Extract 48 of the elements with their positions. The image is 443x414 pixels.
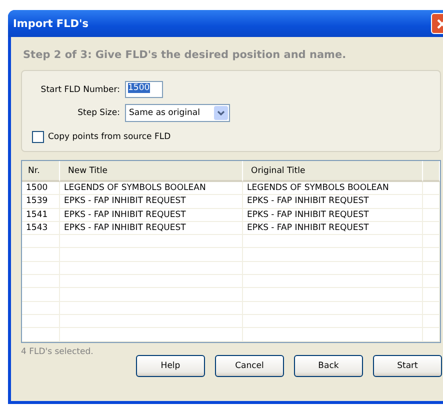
- table-cell: [423, 235, 440, 248]
- table-cell: [22, 275, 60, 288]
- table-cell: [22, 328, 60, 342]
- table-cell: [22, 302, 60, 315]
- table-cell: [423, 248, 440, 262]
- table-cell: [22, 288, 60, 302]
- column-header[interactable]: Nr.: [22, 161, 60, 182]
- dialog-button[interactable]: Start: [373, 355, 442, 377]
- table-cell: [423, 328, 440, 342]
- table-cell: [423, 314, 440, 328]
- dialog-button[interactable]: Cancel: [215, 355, 284, 377]
- column-header[interactable]: New Title: [60, 161, 243, 182]
- step-size-dropdown[interactable]: Same as original: [125, 104, 230, 122]
- checkbox[interactable]: [32, 131, 44, 143]
- table-cell: 1539: [22, 195, 60, 209]
- table-cell: [423, 222, 440, 236]
- table-cell: EPKS - FAP INHIBIT REQUEST: [60, 208, 243, 222]
- window-title: Import FLD's: [13, 18, 88, 30]
- table-cell: [22, 235, 60, 248]
- table-cell: [22, 262, 60, 276]
- table-cell: LEGENDS OF SYMBOLS BOOLEAN: [60, 182, 243, 196]
- table-cell: [423, 208, 440, 222]
- status-text: 4 FLD's selected.: [21, 347, 94, 357]
- step-heading: Step 2 of 3: Give FLD's the desired position and name.: [23, 49, 348, 61]
- column-header[interactable]: Original Title: [243, 161, 423, 182]
- checkbox-label: Copy points from source FLD: [48, 132, 171, 142]
- table-cell: EPKS - FAP INHIBIT REQUEST: [243, 195, 423, 209]
- table-cell: [22, 314, 60, 328]
- field-label: Step Size:: [76, 108, 120, 118]
- table-cell: [423, 288, 440, 302]
- table-cell: EPKS - FAP INHIBIT REQUEST: [243, 208, 423, 222]
- table-cell: [423, 302, 440, 315]
- dialog-button[interactable]: Back: [294, 355, 363, 377]
- start-number-field[interactable]: 1500: [125, 81, 163, 98]
- field-label: Start FLD Number:: [40, 84, 120, 94]
- table-cell: 1543: [22, 222, 60, 236]
- table-cell: 1500: [22, 182, 60, 196]
- table-cell: 1541: [22, 208, 60, 222]
- table-cell: [423, 262, 440, 276]
- table-cell: EPKS - FAP INHIBIT REQUEST: [60, 222, 243, 236]
- table-cell: EPKS - FAP INHIBIT REQUEST: [60, 195, 243, 209]
- table-cell: EPKS - FAP INHIBIT REQUEST: [243, 222, 423, 236]
- table-cell: LEGENDS OF SYMBOLS BOOLEAN: [243, 182, 423, 196]
- table-cell: [423, 275, 440, 288]
- table-cell: [22, 248, 60, 262]
- table-cell: [423, 195, 440, 209]
- dialog-button[interactable]: Help: [136, 355, 205, 377]
- table-cell: [423, 182, 440, 196]
